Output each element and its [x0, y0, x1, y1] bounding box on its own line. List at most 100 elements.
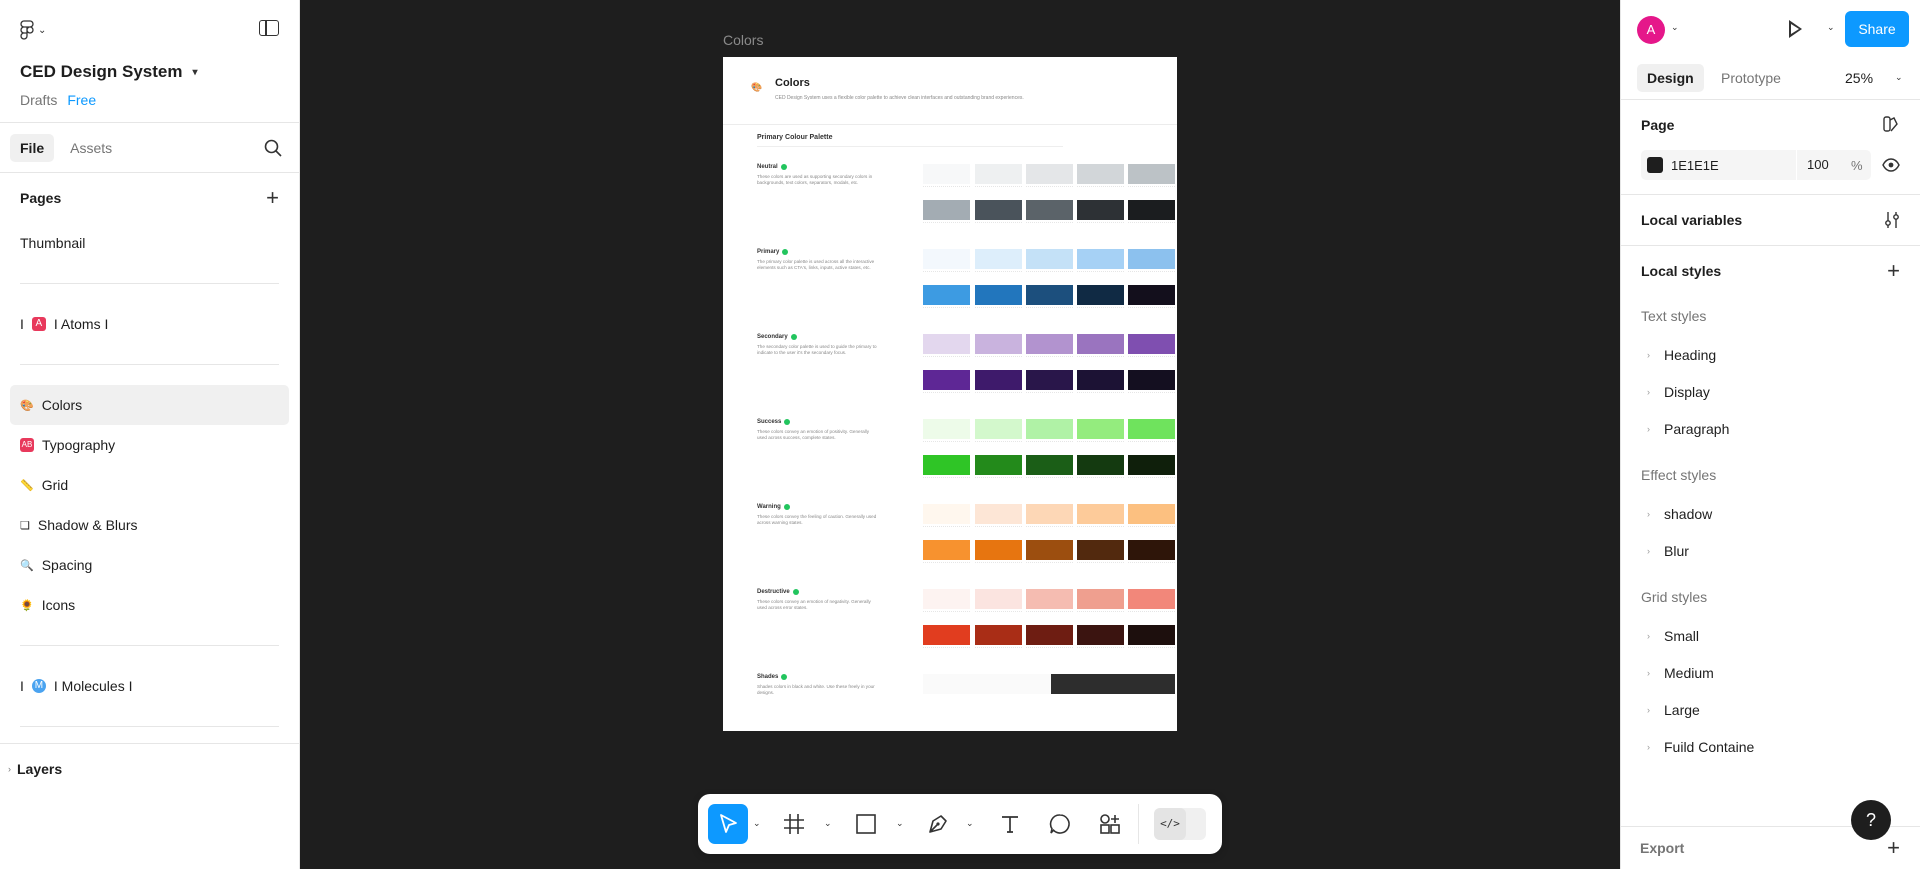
- page-item-atoms[interactable]: I A I Atoms I: [10, 304, 289, 344]
- page-label: Grid: [41, 477, 69, 493]
- page-item-grid[interactable]: 📏 Grid: [10, 465, 289, 505]
- add-style-icon[interactable]: +: [1887, 246, 1900, 296]
- chevron-down-icon[interactable]: ⌄: [966, 818, 974, 829]
- avatar[interactable]: A: [1637, 16, 1665, 44]
- palette-group-description: These colors convey an emotion of negati…: [757, 599, 871, 611]
- chevron-down-icon[interactable]: ⌄: [1827, 22, 1835, 33]
- search-icon[interactable]: [263, 138, 283, 158]
- page-opacity-value[interactable]: 100: [1796, 150, 1829, 180]
- chevron-right-icon: ›: [1647, 386, 1650, 397]
- palette-group-description: Shades colors in black and white. Use th…: [757, 684, 875, 696]
- page-item-typography[interactable]: AB Typography: [10, 425, 289, 465]
- style-item-shadow[interactable]: › shadow: [1641, 495, 1900, 532]
- palette-icon: 🎨: [20, 399, 34, 412]
- zoom-level[interactable]: 25%: [1845, 70, 1873, 86]
- page-item-spacing[interactable]: 🔍 Spacing: [10, 545, 289, 585]
- palette-group-description: The primary color palette is used across…: [757, 259, 875, 271]
- color-swatch: [1077, 419, 1124, 439]
- main-menu-button[interactable]: ⌄: [20, 18, 279, 42]
- add-page-icon[interactable]: +: [266, 187, 279, 209]
- code-icon: </>: [1154, 808, 1186, 840]
- chevron-down-icon[interactable]: ⌄: [824, 818, 832, 829]
- page-item-colors[interactable]: 🎨 Colors: [10, 385, 289, 425]
- chevron-down-icon[interactable]: ⌄: [1671, 22, 1679, 33]
- color-swatch: [1128, 589, 1175, 609]
- comment-tool-icon[interactable]: [1048, 812, 1072, 836]
- page-item-thumbnail[interactable]: Thumbnail: [10, 223, 289, 263]
- local-variables-heading[interactable]: Local variables: [1641, 195, 1900, 245]
- color-swatch: [975, 285, 1022, 305]
- share-button[interactable]: Share: [1845, 11, 1909, 47]
- swatch-label: [923, 307, 970, 311]
- page-fill-field[interactable]: 1E1E1E 100 %: [1641, 150, 1871, 180]
- chevron-down-icon[interactable]: ⌄: [1895, 72, 1903, 83]
- tab-design[interactable]: Design: [1637, 64, 1704, 92]
- swatch-label: [1026, 611, 1073, 615]
- style-item-medium[interactable]: › Medium: [1641, 654, 1900, 691]
- layers-heading: Layers: [17, 760, 63, 777]
- style-item-large[interactable]: › Large: [1641, 691, 1900, 728]
- chevron-down-icon[interactable]: ⌄: [896, 818, 904, 829]
- style-item-small[interactable]: › Small: [1641, 617, 1900, 654]
- chevron-right-icon: ›: [1647, 423, 1650, 434]
- status-badge: [790, 334, 797, 340]
- text-tool-icon[interactable]: [998, 812, 1022, 836]
- palette-group-description: These colors convey the feeling of cauti…: [757, 514, 877, 526]
- swatch-label: [1026, 647, 1073, 651]
- atoms-icon: A: [31, 317, 46, 331]
- tab-file[interactable]: File: [10, 133, 55, 162]
- help-button[interactable]: ?: [1851, 800, 1891, 840]
- color-swatch: [1077, 164, 1124, 184]
- style-item-blur[interactable]: › Blur: [1641, 532, 1900, 569]
- style-item-fluid-container[interactable]: › Fuild Containe: [1641, 728, 1900, 765]
- eye-icon[interactable]: [1882, 157, 1900, 173]
- dev-mode-toggle[interactable]: </>: [1154, 808, 1206, 840]
- palette-group-name: Success: [757, 419, 782, 425]
- color-swatch: [923, 589, 970, 609]
- rectangle-tool-icon[interactable]: [854, 812, 878, 836]
- style-item-display[interactable]: › Display: [1641, 373, 1900, 410]
- chevron-down-icon[interactable]: ⌄: [753, 818, 761, 829]
- move-tool-button[interactable]: [708, 804, 748, 844]
- present-play-icon[interactable]: [1789, 20, 1802, 38]
- pen-tool-icon[interactable]: [926, 812, 950, 836]
- color-swatch: [975, 200, 1022, 220]
- page-color-value[interactable]: 1E1E1E: [1671, 158, 1719, 173]
- right-sidebar: A ⌄ ⌄ Share Design Prototype 25% ⌄ Page …: [1620, 0, 1920, 869]
- layers-section-toggle[interactable]: › Layers: [0, 743, 300, 793]
- palette-group-title: Destructive: [757, 589, 799, 595]
- tab-prototype[interactable]: Prototype: [1711, 64, 1791, 92]
- color-swatch: [923, 504, 970, 524]
- page-item-molecules[interactable]: I M I Molecules I: [10, 666, 289, 706]
- actions-tool-icon[interactable]: [1098, 812, 1122, 836]
- page-item-shadow-blurs[interactable]: ❏ Shadow & Blurs: [10, 505, 289, 545]
- color-swatch: [1128, 625, 1175, 645]
- swatch-label: [923, 477, 970, 481]
- style-item-heading[interactable]: › Heading: [1641, 336, 1900, 373]
- frame-tool-icon[interactable]: [782, 812, 806, 836]
- styles-icon[interactable]: [1882, 115, 1900, 133]
- plan-badge[interactable]: Free: [67, 92, 96, 108]
- right-header: A ⌄ ⌄ Share: [1621, 0, 1920, 58]
- colors-frame[interactable]: 🎨 Colors CED Design System uses a flexib…: [723, 57, 1177, 731]
- status-badge: [783, 504, 790, 510]
- swatch-label: [1026, 271, 1073, 275]
- swatch-label: [1026, 392, 1073, 396]
- drafts-link[interactable]: Drafts: [20, 92, 57, 108]
- add-export-icon[interactable]: +: [1887, 827, 1900, 869]
- tab-assets[interactable]: Assets: [60, 134, 122, 162]
- color-swatch: [1077, 504, 1124, 524]
- frame-label[interactable]: Colors: [723, 32, 763, 48]
- style-label: shadow: [1664, 505, 1713, 522]
- project-title[interactable]: CED Design System ▾: [20, 62, 279, 82]
- variables-icon[interactable]: [1884, 211, 1900, 229]
- page-item-icons[interactable]: 🌻 Icons: [10, 585, 289, 625]
- toggle-sidebar-icon[interactable]: [259, 20, 279, 36]
- color-swatch: [1077, 370, 1124, 390]
- swatch-label: [1026, 186, 1073, 190]
- page-heading-label: Page: [1641, 117, 1675, 133]
- color-swatch: [1026, 455, 1073, 475]
- style-item-paragraph[interactable]: › Paragraph: [1641, 410, 1900, 447]
- chevron-right-icon: ›: [1647, 508, 1650, 519]
- color-swatch[interactable]: [1647, 157, 1663, 173]
